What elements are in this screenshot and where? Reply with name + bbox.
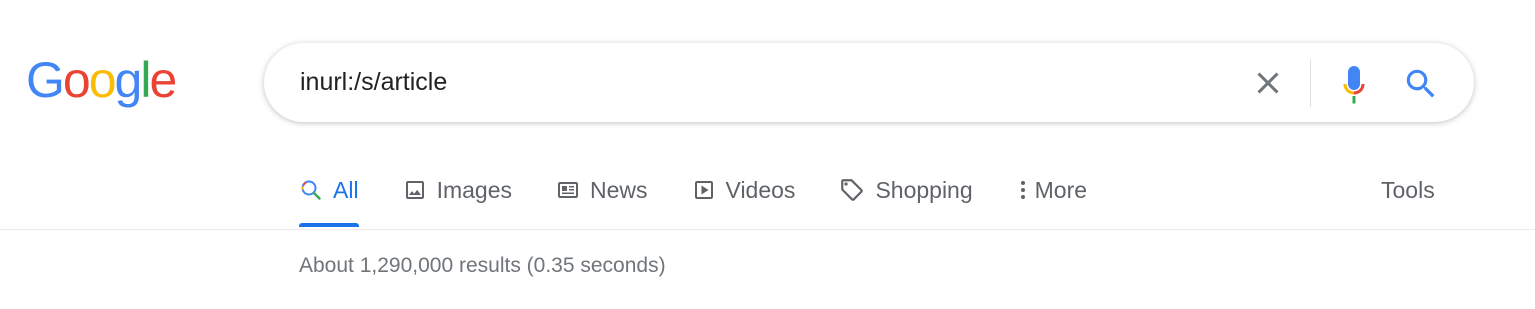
search-box-divider — [1310, 59, 1311, 107]
tag-icon — [841, 179, 864, 201]
tabs-divider — [0, 229, 1535, 230]
search-submit-button[interactable] — [1402, 65, 1440, 103]
microphone-icon — [1343, 66, 1365, 104]
logo-letter-g: G — [26, 52, 65, 108]
close-icon — [1257, 72, 1279, 94]
logo-letter-e: e — [149, 52, 177, 108]
logo-letter-g2: g — [114, 52, 143, 108]
tools-label: Tools — [1381, 176, 1435, 203]
search-input[interactable] — [300, 63, 1200, 101]
voice-search-button[interactable] — [1336, 63, 1372, 105]
search-icon — [301, 180, 321, 200]
news-icon — [558, 182, 578, 198]
google-logo[interactable]: Google — [26, 50, 177, 110]
result-stats: About 1,290,000 results (0.35 seconds) — [299, 254, 666, 277]
more-vert-icon — [1020, 181, 1025, 199]
search-box — [264, 43, 1474, 122]
tab-news[interactable]: News — [556, 168, 648, 212]
play-icon — [694, 181, 713, 199]
clear-search-button[interactable] — [1250, 65, 1286, 101]
image-icon — [405, 181, 424, 199]
tab-shopping[interactable]: Shopping — [839, 168, 973, 212]
tab-all-label: All — [333, 176, 359, 203]
tab-images[interactable]: Images — [403, 168, 512, 212]
search-tabs: All Images News Videos Shopping More — [299, 168, 1131, 230]
logo-letter-l: l — [140, 52, 151, 108]
tab-all[interactable]: All — [299, 168, 359, 227]
tab-more-label: More — [1034, 176, 1088, 203]
active-tab-indicator — [299, 223, 359, 227]
tab-news-label: News — [590, 176, 648, 203]
search-icon — [1406, 69, 1435, 98]
logo-letter-o2: o — [88, 52, 117, 108]
tab-images-label: Images — [436, 176, 512, 203]
tab-videos-label: Videos — [725, 176, 796, 203]
logo-letter-o1: o — [62, 52, 91, 108]
tools-button[interactable]: Tools — [1381, 168, 1435, 212]
tab-shopping-label: Shopping — [875, 176, 973, 203]
tab-more[interactable]: More — [1017, 168, 1087, 212]
search-results-page: Google inurl:/s/article All Images News … — [0, 0, 1535, 309]
tab-videos[interactable]: Videos — [692, 168, 796, 212]
